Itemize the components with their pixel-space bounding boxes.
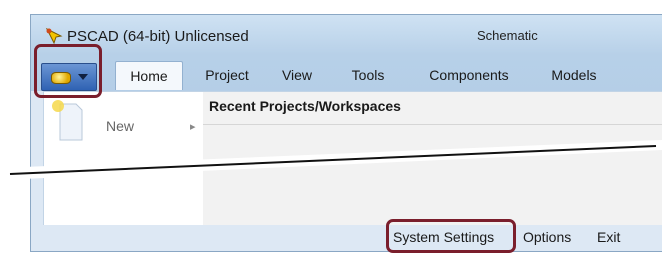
app-button-highlight [34,44,102,98]
image-break-marker [0,140,662,180]
system-settings-highlight [386,219,516,253]
